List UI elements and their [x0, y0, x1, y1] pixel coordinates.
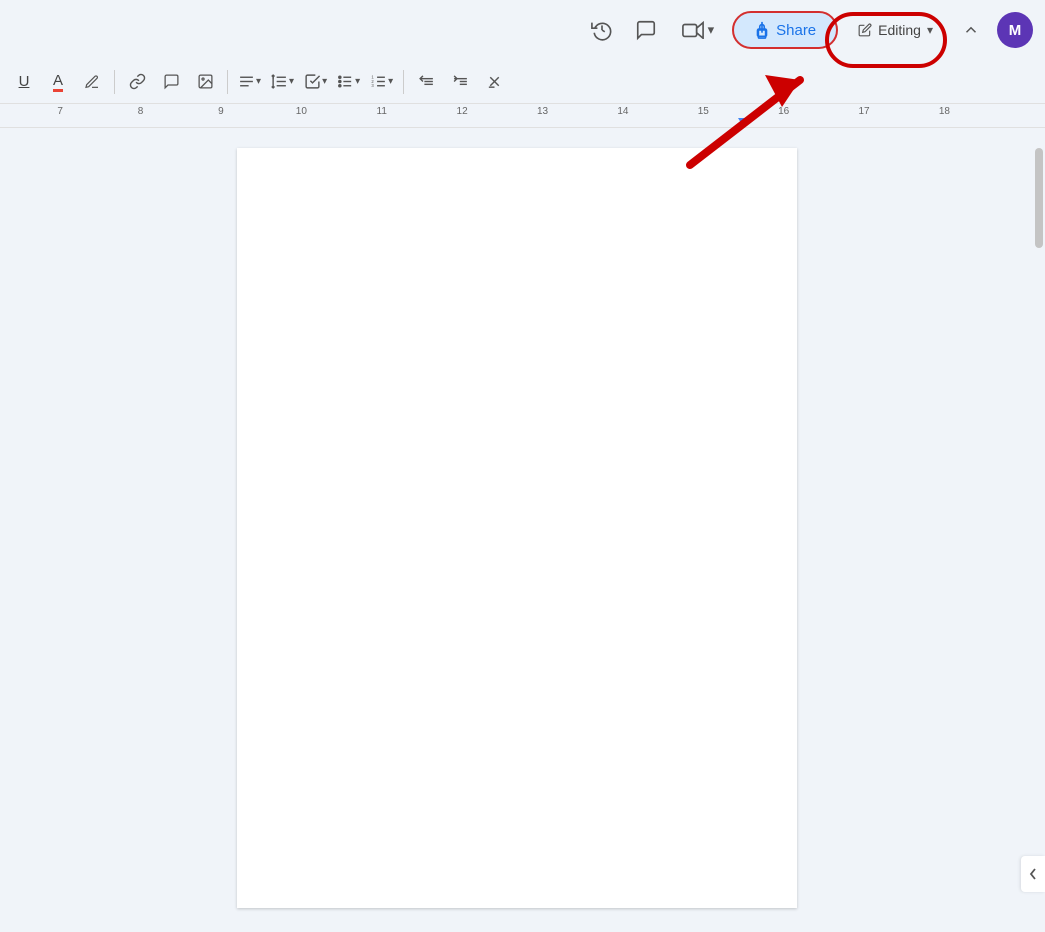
underline-btn[interactable]: U [8, 66, 40, 98]
ruler-tick-9: 9 [218, 106, 224, 117]
ruler: 7 8 9 10 11 12 13 14 15 16 17 18 [0, 104, 1045, 128]
ruler-tick-18: 18 [939, 106, 950, 117]
indent-decrease-btn[interactable] [410, 66, 442, 98]
separator-3 [403, 70, 404, 94]
top-bar: ▾ Share Editing ▾ M [0, 0, 1045, 60]
collapse-toolbar-btn[interactable] [953, 12, 989, 48]
ruler-tick-16: 16 [778, 106, 789, 117]
document-scroll[interactable] [0, 128, 1033, 932]
ruler-tick-15: 15 [698, 106, 709, 117]
ruler-tick-13: 13 [537, 106, 548, 117]
bullet-list-btn[interactable]: ▾ [333, 67, 364, 96]
line-spacing-btn[interactable]: ▾ [267, 67, 298, 96]
ruler-tick-8: 8 [138, 106, 144, 117]
link-btn[interactable] [121, 66, 153, 98]
font-color-btn[interactable]: A [42, 66, 74, 98]
avatar-letter: M [1009, 22, 1022, 39]
ruler-numbers: 7 8 9 10 11 12 13 14 15 16 17 18 [0, 104, 1045, 127]
share-button[interactable]: Share [732, 11, 838, 49]
ruler-position-marker [738, 118, 748, 126]
document-page[interactable] [237, 148, 797, 908]
formatting-toolbar: U A [0, 60, 1045, 104]
highlight-btn[interactable] [76, 66, 108, 98]
editing-label: Editing [878, 22, 921, 38]
separator-2 [227, 70, 228, 94]
indent-increase-btn[interactable] [444, 66, 476, 98]
separator-1 [114, 70, 115, 94]
share-label: Share [776, 22, 816, 39]
document-area [0, 128, 1045, 932]
comment-icon-btn[interactable] [628, 12, 664, 48]
user-avatar[interactable]: M [997, 12, 1033, 48]
clear-format-btn[interactable] [478, 66, 510, 98]
sidebar-collapse-btn[interactable] [1021, 856, 1045, 892]
svg-text:3: 3 [372, 83, 375, 88]
editing-chevron-icon: ▾ [927, 23, 933, 37]
history-icon-btn[interactable] [584, 12, 620, 48]
ruler-tick-12: 12 [457, 106, 468, 117]
ruler-tick-11: 11 [377, 106, 387, 117]
ruler-tick-7: 7 [57, 106, 63, 117]
numbered-list-btn[interactable]: 1 2 3 ▾ [366, 67, 397, 96]
align-btn[interactable]: ▾ [234, 67, 265, 96]
editing-mode-btn[interactable]: Editing ▾ [846, 16, 945, 44]
comment-btn[interactable] [155, 66, 187, 98]
checklist-btn[interactable]: ▾ [300, 67, 331, 96]
ruler-tick-10: 10 [296, 106, 307, 117]
video-call-btn[interactable]: ▾ [672, 15, 725, 45]
image-btn[interactable] [189, 66, 221, 98]
ruler-tick-14: 14 [617, 106, 628, 117]
ruler-tick-17: 17 [858, 106, 869, 117]
